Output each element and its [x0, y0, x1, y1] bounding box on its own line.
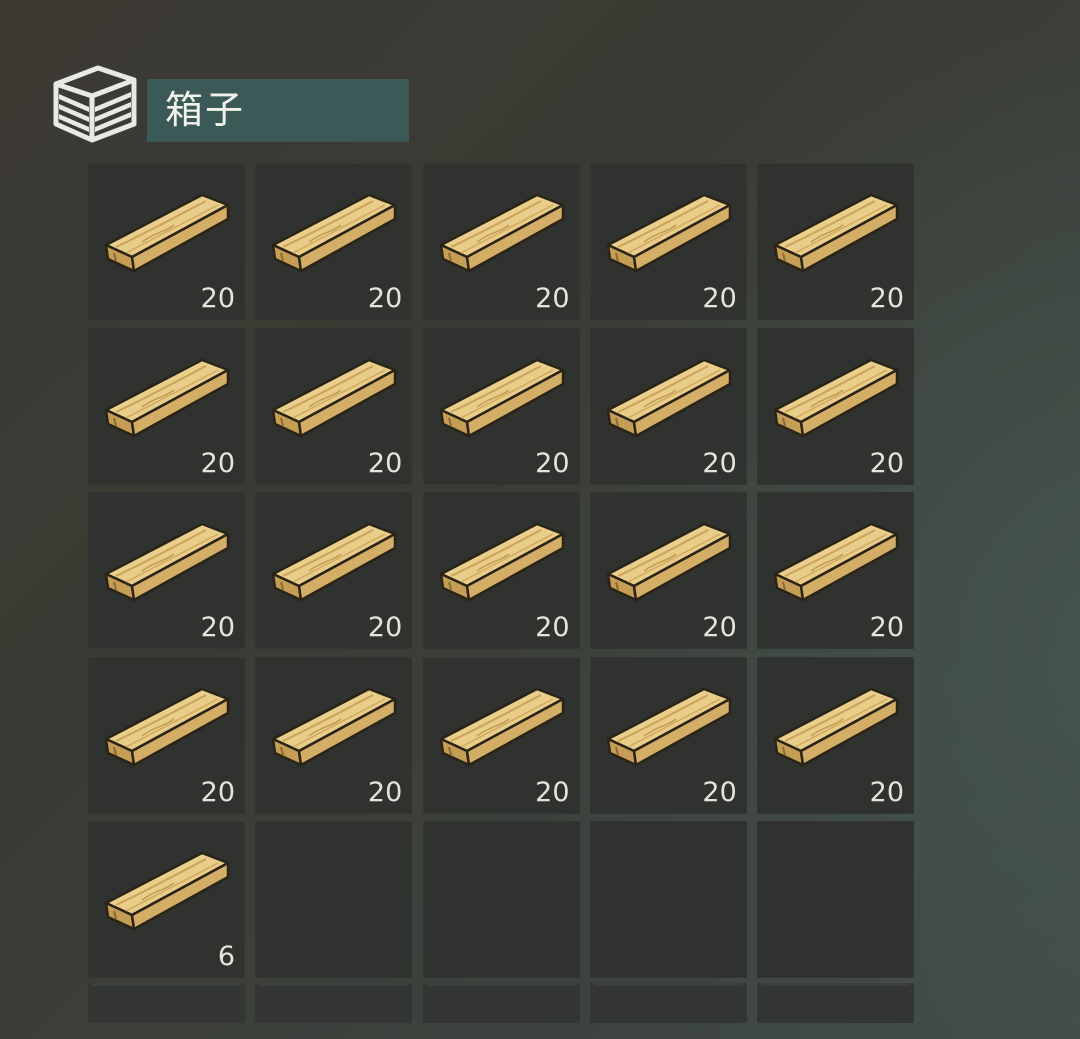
inventory-slot[interactable]: 20 — [757, 163, 914, 320]
inventory-slot[interactable]: 20 — [255, 492, 413, 649]
item-count: 20 — [200, 447, 235, 479]
inventory-slot[interactable]: 20 — [88, 327, 245, 485]
inventory-slot[interactable] — [422, 821, 580, 978]
item-count: 20 — [367, 447, 403, 479]
inventory-slot[interactable] — [589, 983, 747, 1023]
wooden-plank-icon — [104, 193, 230, 273]
wooden-plank-icon — [272, 687, 397, 766]
inventory-slot[interactable] — [255, 983, 413, 1023]
wooden-plank-icon — [439, 358, 564, 437]
inventory-slot[interactable]: 20 — [589, 492, 747, 649]
wooden-plank-icon — [272, 522, 397, 602]
wooden-plank-icon — [773, 358, 899, 437]
item-count: 20 — [535, 283, 570, 314]
inventory-slot[interactable]: 6 — [88, 821, 245, 978]
container-header: 箱子 — [48, 62, 409, 144]
inventory-slot[interactable]: 20 — [757, 656, 914, 814]
inventory-slot[interactable]: 20 — [422, 492, 580, 649]
item-count: 20 — [200, 776, 235, 808]
item-count: 20 — [869, 283, 904, 314]
item-count: 20 — [535, 776, 570, 808]
item-count: 20 — [200, 612, 235, 643]
item-count: 20 — [367, 283, 403, 314]
item-count: 20 — [702, 283, 737, 314]
wooden-plank-icon — [104, 522, 230, 602]
inventory-slot[interactable]: 20 — [757, 492, 914, 649]
inventory-slot[interactable]: 20 — [255, 327, 413, 485]
wooden-plank-icon — [439, 522, 564, 602]
wooden-plank-icon — [606, 358, 731, 437]
inventory-slot[interactable]: 20 — [422, 163, 580, 320]
item-count: 20 — [702, 612, 737, 643]
inventory-slot[interactable] — [757, 983, 914, 1023]
inventory-slot[interactable] — [255, 821, 413, 978]
inventory-slot[interactable]: 20 — [589, 327, 747, 485]
item-count: 20 — [367, 612, 403, 643]
container-title: 箱子 — [147, 79, 409, 142]
item-count: 20 — [702, 776, 737, 808]
inventory-slot[interactable] — [88, 983, 245, 1023]
wooden-plank-icon — [773, 687, 899, 766]
inventory-slot[interactable]: 20 — [757, 327, 914, 485]
wooden-plank-icon — [773, 522, 899, 602]
inventory-slot[interactable] — [422, 983, 580, 1023]
wooden-plank-icon — [104, 358, 230, 437]
item-count: 20 — [200, 283, 235, 314]
inventory-slot[interactable]: 20 — [422, 327, 580, 485]
item-count: 6 — [217, 941, 235, 972]
wooden-plank-icon — [773, 193, 899, 273]
wooden-plank-icon — [272, 193, 397, 273]
wooden-plank-icon — [104, 851, 230, 931]
wooden-plank-icon — [104, 687, 230, 766]
storage-box-icon — [53, 65, 137, 143]
item-count: 20 — [535, 447, 570, 479]
inventory-slot[interactable]: 20 — [255, 163, 413, 320]
wooden-plank-icon — [606, 522, 731, 602]
item-count: 20 — [535, 612, 570, 643]
inventory-slot[interactable]: 20 — [88, 492, 245, 649]
item-count: 20 — [702, 447, 737, 479]
item-count: 20 — [367, 776, 403, 808]
inventory-slot[interactable]: 20 — [88, 163, 245, 320]
inventory-slot[interactable]: 20 — [255, 656, 413, 814]
wooden-plank-icon — [439, 193, 564, 273]
inventory-slot[interactable] — [589, 821, 747, 978]
inventory-slot[interactable]: 20 — [589, 656, 747, 814]
wooden-plank-icon — [439, 687, 564, 766]
inventory-slot[interactable]: 20 — [422, 656, 580, 814]
item-count: 20 — [869, 612, 904, 643]
inventory-grid: 20 20 20 20 20 20 20 20 20 20 20 20 20 2… — [88, 163, 918, 978]
inventory-slot[interactable]: 20 — [88, 656, 245, 814]
item-count: 20 — [869, 447, 904, 479]
item-count: 20 — [869, 776, 904, 808]
inventory-slot[interactable] — [757, 821, 914, 978]
wooden-plank-icon — [272, 358, 397, 437]
inventory-next-row-partial — [88, 983, 918, 1023]
wooden-plank-icon — [606, 687, 731, 766]
wooden-plank-icon — [606, 193, 731, 273]
inventory-slot[interactable]: 20 — [589, 163, 747, 320]
